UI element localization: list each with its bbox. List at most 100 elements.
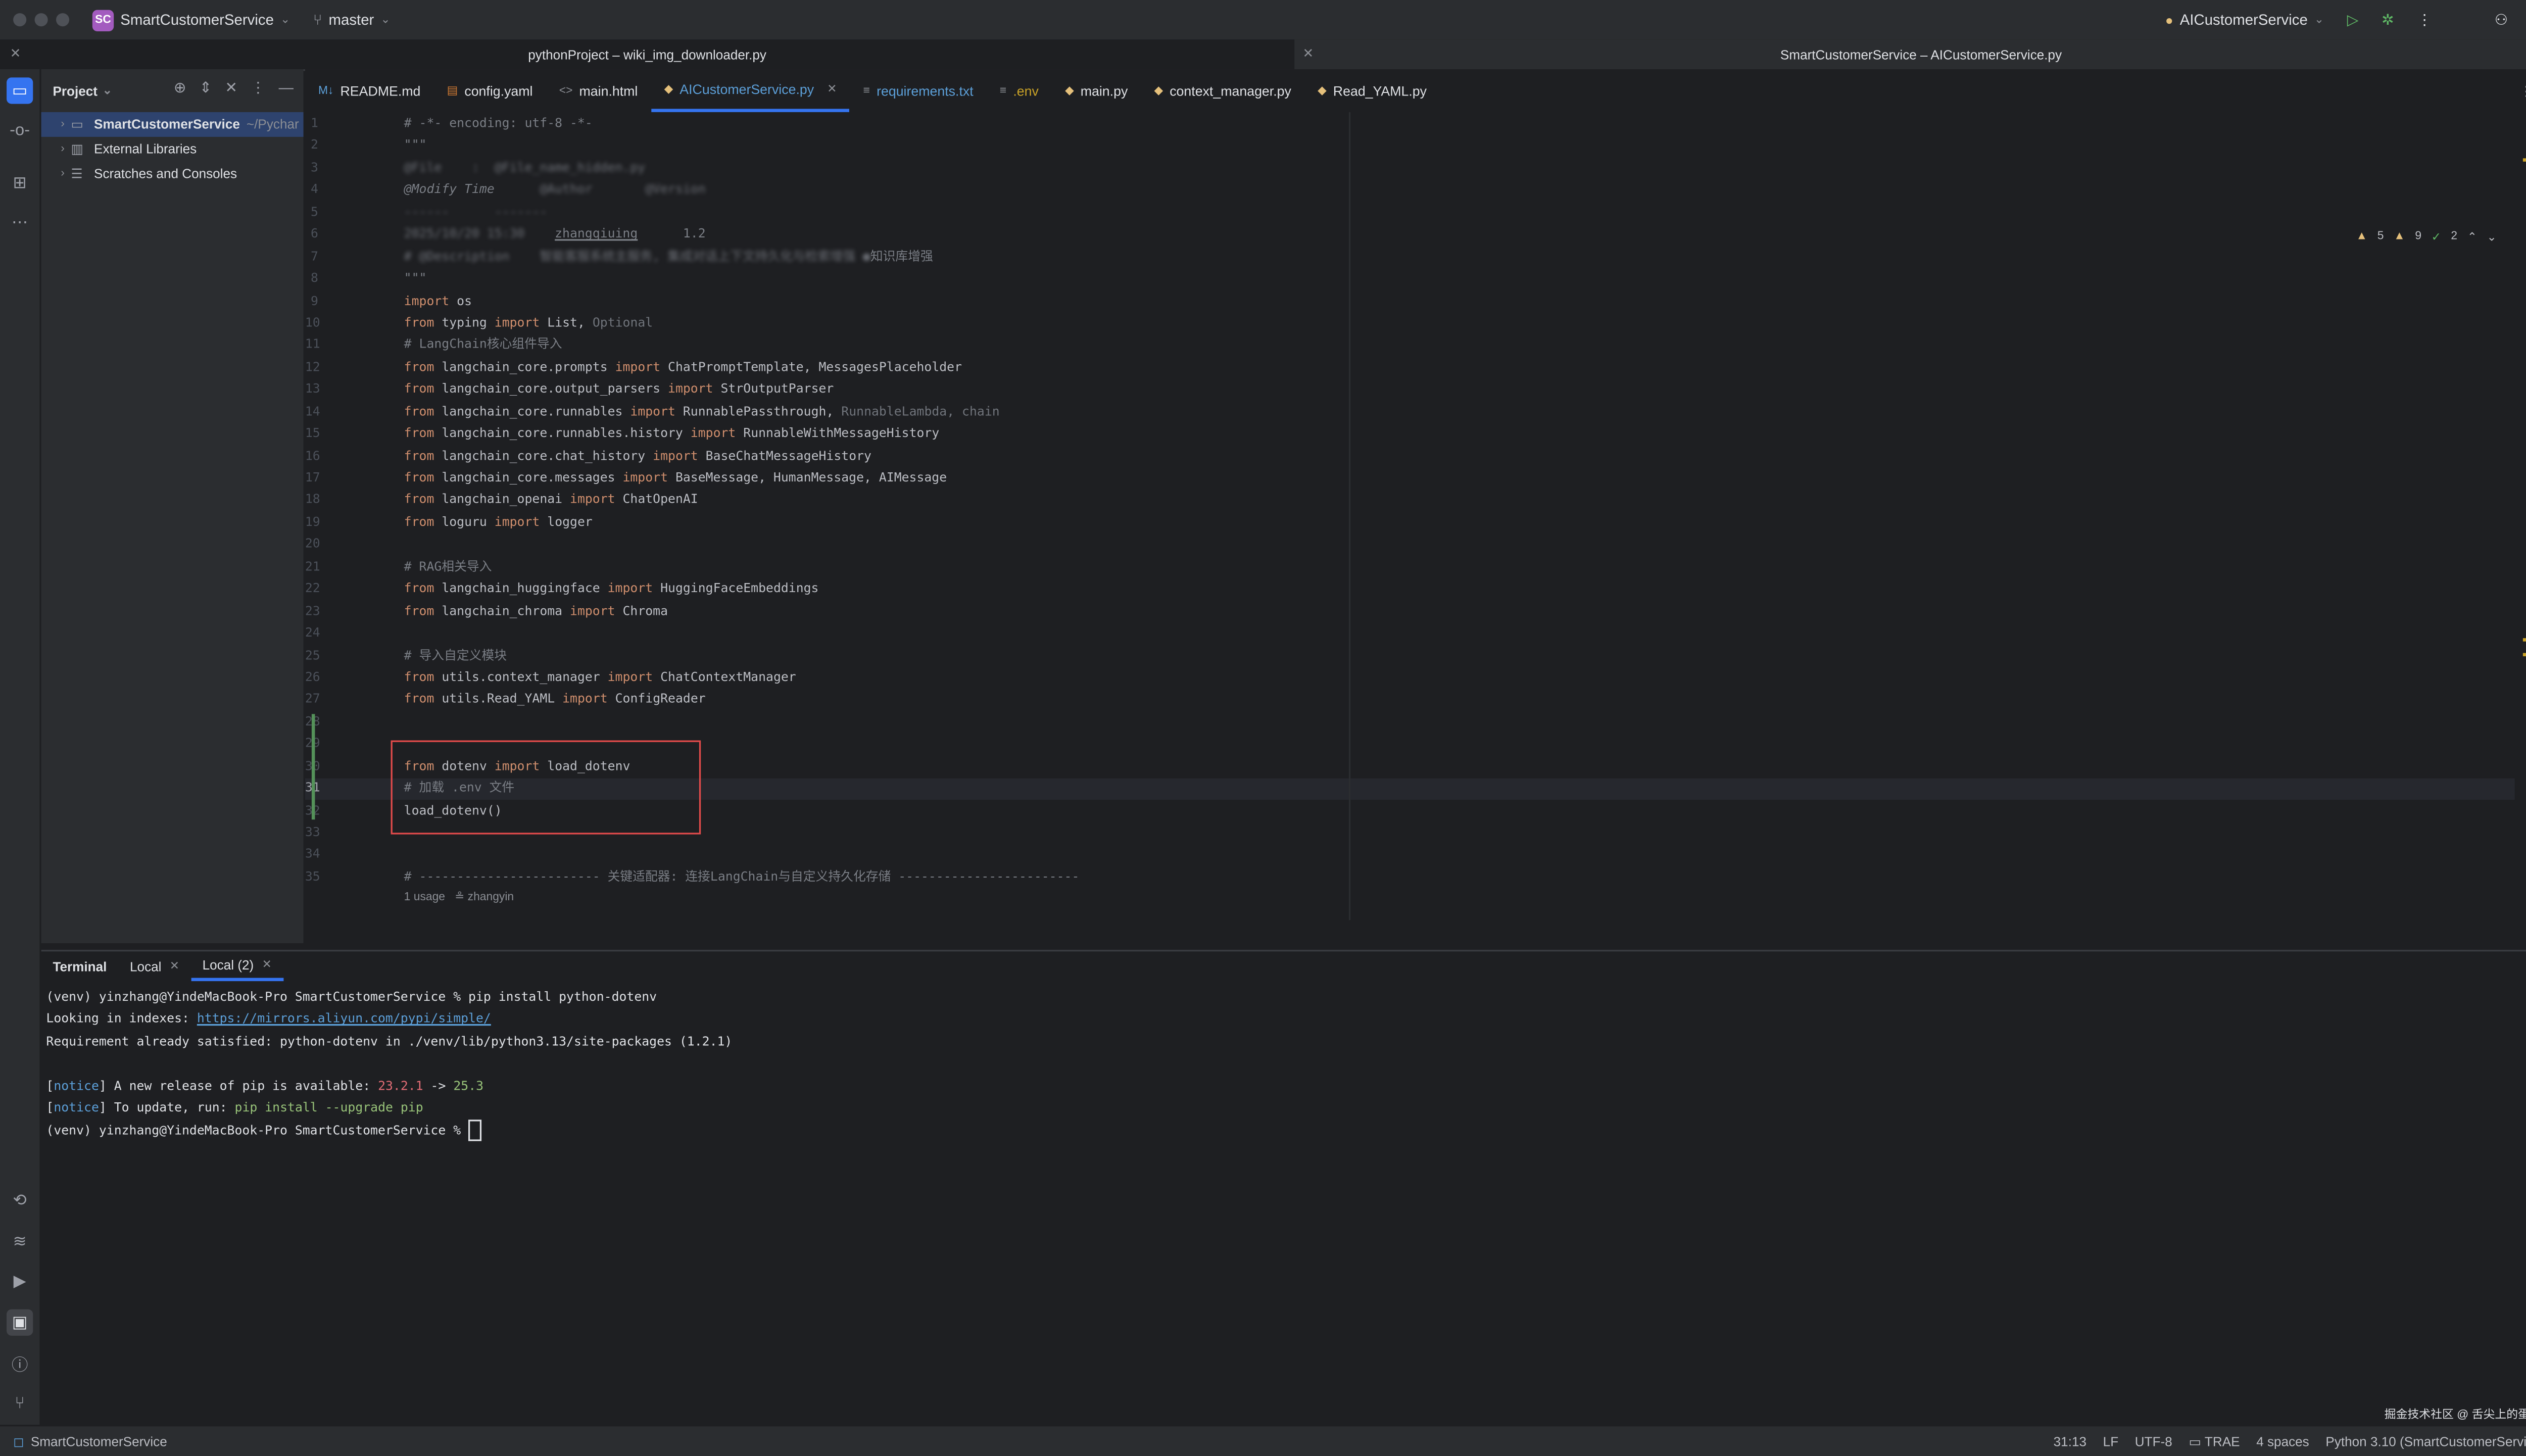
close-icon[interactable]: ✕ xyxy=(827,82,837,95)
code-line: from langchain_core.prompts import ChatP… xyxy=(404,359,962,374)
project-selector[interactable]: SC SmartCustomerService ⌄ xyxy=(92,9,290,31)
hide-icon[interactable]: — xyxy=(279,79,294,98)
terminal-icon[interactable]: ▣ xyxy=(7,1309,33,1336)
inspection-widget[interactable]: ▲ 5 ▲ 9 ✓ 2 ⌃ ⌄ xyxy=(2356,231,2497,244)
run-icon[interactable]: ▷ xyxy=(2347,11,2359,29)
line-number[interactable]: 7 xyxy=(305,245,355,267)
zoom-window-button[interactable] xyxy=(56,13,70,27)
line-number[interactable]: 24 xyxy=(305,622,355,644)
commit-icon[interactable]: -o- xyxy=(7,117,33,143)
problems-icon[interactable]: ⓘ xyxy=(7,1349,33,1375)
tab-config-yaml[interactable]: ▤ config.yaml xyxy=(434,69,546,112)
line-number[interactable]: 18 xyxy=(305,489,355,511)
python-interpreter[interactable]: Python 3.10 (SmartCustomerService) xyxy=(2325,1434,2526,1448)
line-number[interactable]: 3 xyxy=(305,157,355,179)
tab-main-html[interactable]: <> main.html xyxy=(546,69,651,112)
line-number[interactable]: 27 xyxy=(305,688,355,710)
close-icon[interactable]: ✕ xyxy=(10,46,21,61)
structure-icon[interactable]: ⊞ xyxy=(7,170,33,196)
line-number[interactable]: 26 xyxy=(305,666,355,688)
close-icon[interactable]: ✕ xyxy=(262,958,272,972)
line-number[interactable]: 19 xyxy=(305,511,355,533)
code-lens[interactable]: 1 usage ≗ zhangyin xyxy=(404,888,1080,910)
line-number[interactable]: 13 xyxy=(305,378,355,400)
usage-count[interactable]: 1 usage xyxy=(404,893,445,904)
line-number[interactable]: 10 xyxy=(305,312,355,334)
tab-context-manager[interactable]: ◆ context_manager.py xyxy=(1141,69,1304,112)
line-number[interactable]: 22 xyxy=(305,577,355,600)
line-number[interactable]: 5 xyxy=(305,201,355,223)
line-number[interactable]: 17 xyxy=(305,467,355,489)
tab-terminal-local[interactable]: Local ✕ xyxy=(118,951,191,981)
tree-item-scratches[interactable]: › ☰ Scratches and Consoles xyxy=(41,162,304,186)
window-tab-left[interactable]: pythonProject – wiki_img_downloader.py xyxy=(0,39,1295,71)
more-tools-icon[interactable]: ⋯ xyxy=(7,210,33,236)
close-icon[interactable]: ✕ xyxy=(1303,46,1314,61)
expand-all-icon[interactable]: ⇕ xyxy=(200,79,212,98)
status-project[interactable]: ◻ SmartCustomerService xyxy=(13,1434,167,1448)
debug-icon[interactable]: ✲ xyxy=(2382,11,2394,29)
tree-item-project-root[interactable]: › ▭ SmartCustomerService ~/Pychar xyxy=(41,112,304,137)
index-url-link[interactable]: https://mirrors.aliyun.com/pypi/simple/ xyxy=(197,1011,491,1026)
tab-aicustomerservice[interactable]: ◆ AICustomerService.py ✕ xyxy=(651,69,850,112)
locate-icon[interactable]: ⊕ xyxy=(174,79,186,98)
line-number[interactable]: 15 xyxy=(305,422,355,445)
project-folder-icon[interactable]: ▭ xyxy=(7,77,33,104)
line-number[interactable]: 14 xyxy=(305,400,355,422)
indent-setting[interactable]: 4 spaces xyxy=(2256,1434,2309,1448)
chevron-up-icon[interactable]: ⌃ xyxy=(2467,231,2477,244)
line-number[interactable]: 8 xyxy=(305,267,355,289)
line-number[interactable]: 9 xyxy=(305,289,355,312)
options-icon[interactable]: ⋮ xyxy=(251,79,265,98)
tab-requirements[interactable]: ≡ requirements.txt xyxy=(850,69,987,112)
code-line: from utils.context_manager import ChatCo… xyxy=(404,669,796,685)
tree-item-external-libraries[interactable]: › ▥ External Libraries xyxy=(41,137,304,162)
project-name: SmartCustomerService xyxy=(120,11,274,28)
line-number[interactable]: 34 xyxy=(305,843,355,865)
tab-options-icon[interactable]: ⋮ xyxy=(2519,82,2526,99)
code-line: """ xyxy=(404,270,427,285)
tab-readme[interactable]: M↓ README.md xyxy=(305,69,434,112)
tab-terminal-local-2[interactable]: Local (2) ✕ xyxy=(190,951,283,982)
run-config-selector[interactable]: ● AICustomerService ⌄ xyxy=(2165,12,2324,28)
python-packages-icon[interactable]: ⟲ xyxy=(7,1187,33,1214)
chevron-down-icon[interactable]: ⌄ xyxy=(2487,231,2497,244)
line-number[interactable]: 16 xyxy=(305,445,355,467)
layers-icon[interactable]: ≋ xyxy=(7,1229,33,1255)
file-encoding[interactable]: UTF-8 xyxy=(2135,1434,2172,1448)
line-number[interactable]: 33 xyxy=(305,821,355,843)
line-number[interactable]: 1 xyxy=(305,112,355,134)
caret-position[interactable]: 31:13 xyxy=(2054,1434,2086,1448)
collapse-all-icon[interactable]: ✕ xyxy=(225,79,237,98)
code-line: from utils.Read_YAML import ConfigReader xyxy=(404,691,706,707)
close-window-button[interactable] xyxy=(13,13,27,27)
tree-item-label: SmartCustomerService xyxy=(94,117,240,132)
trae-widget[interactable]: ▭ TRAE xyxy=(2189,1434,2240,1448)
line-number[interactable]: 4 xyxy=(305,179,355,201)
line-number[interactable]: 6 xyxy=(305,223,355,245)
line-number[interactable]: 2 xyxy=(305,134,355,157)
terminal-prompt-line[interactable]: (venv) yinzhang@YindeMacBook-Pro SmartCu… xyxy=(46,1119,2526,1142)
services-icon[interactable]: ▶ xyxy=(7,1268,33,1294)
close-icon[interactable]: ✕ xyxy=(170,960,179,973)
terminal-output[interactable]: (venv) yinzhang@YindeMacBook-Pro SmartCu… xyxy=(41,981,2526,1146)
more-icon[interactable]: ⋮ xyxy=(2417,11,2432,29)
line-number[interactable]: 25 xyxy=(305,644,355,666)
vcs-change-marker[interactable] xyxy=(311,714,315,820)
line-number[interactable]: 23 xyxy=(305,600,355,622)
add-user-icon[interactable]: ⚇ xyxy=(2495,11,2508,29)
tab-main-py[interactable]: ◆ main.py xyxy=(1052,69,1141,112)
window-controls[interactable] xyxy=(13,13,70,27)
tab-read-yaml[interactable]: ◆ Read_YAML.py xyxy=(1304,69,1440,112)
git-icon[interactable]: ⑂ xyxy=(7,1390,33,1417)
line-number[interactable]: 20 xyxy=(305,533,355,555)
line-number[interactable]: 35 xyxy=(305,865,355,888)
line-number[interactable]: 21 xyxy=(305,555,355,577)
line-number[interactable]: 11 xyxy=(305,334,355,356)
minimize-window-button[interactable] xyxy=(34,13,48,27)
line-number[interactable]: 12 xyxy=(305,356,355,378)
tab-env[interactable]: ≡ .env xyxy=(987,69,1052,112)
line-separator[interactable]: LF xyxy=(2103,1434,2118,1448)
branch-selector[interactable]: ⑂ master ⌄ xyxy=(313,12,391,28)
window-tab-right[interactable]: SmartCustomerService – AICustomerService… xyxy=(1294,39,2526,70)
